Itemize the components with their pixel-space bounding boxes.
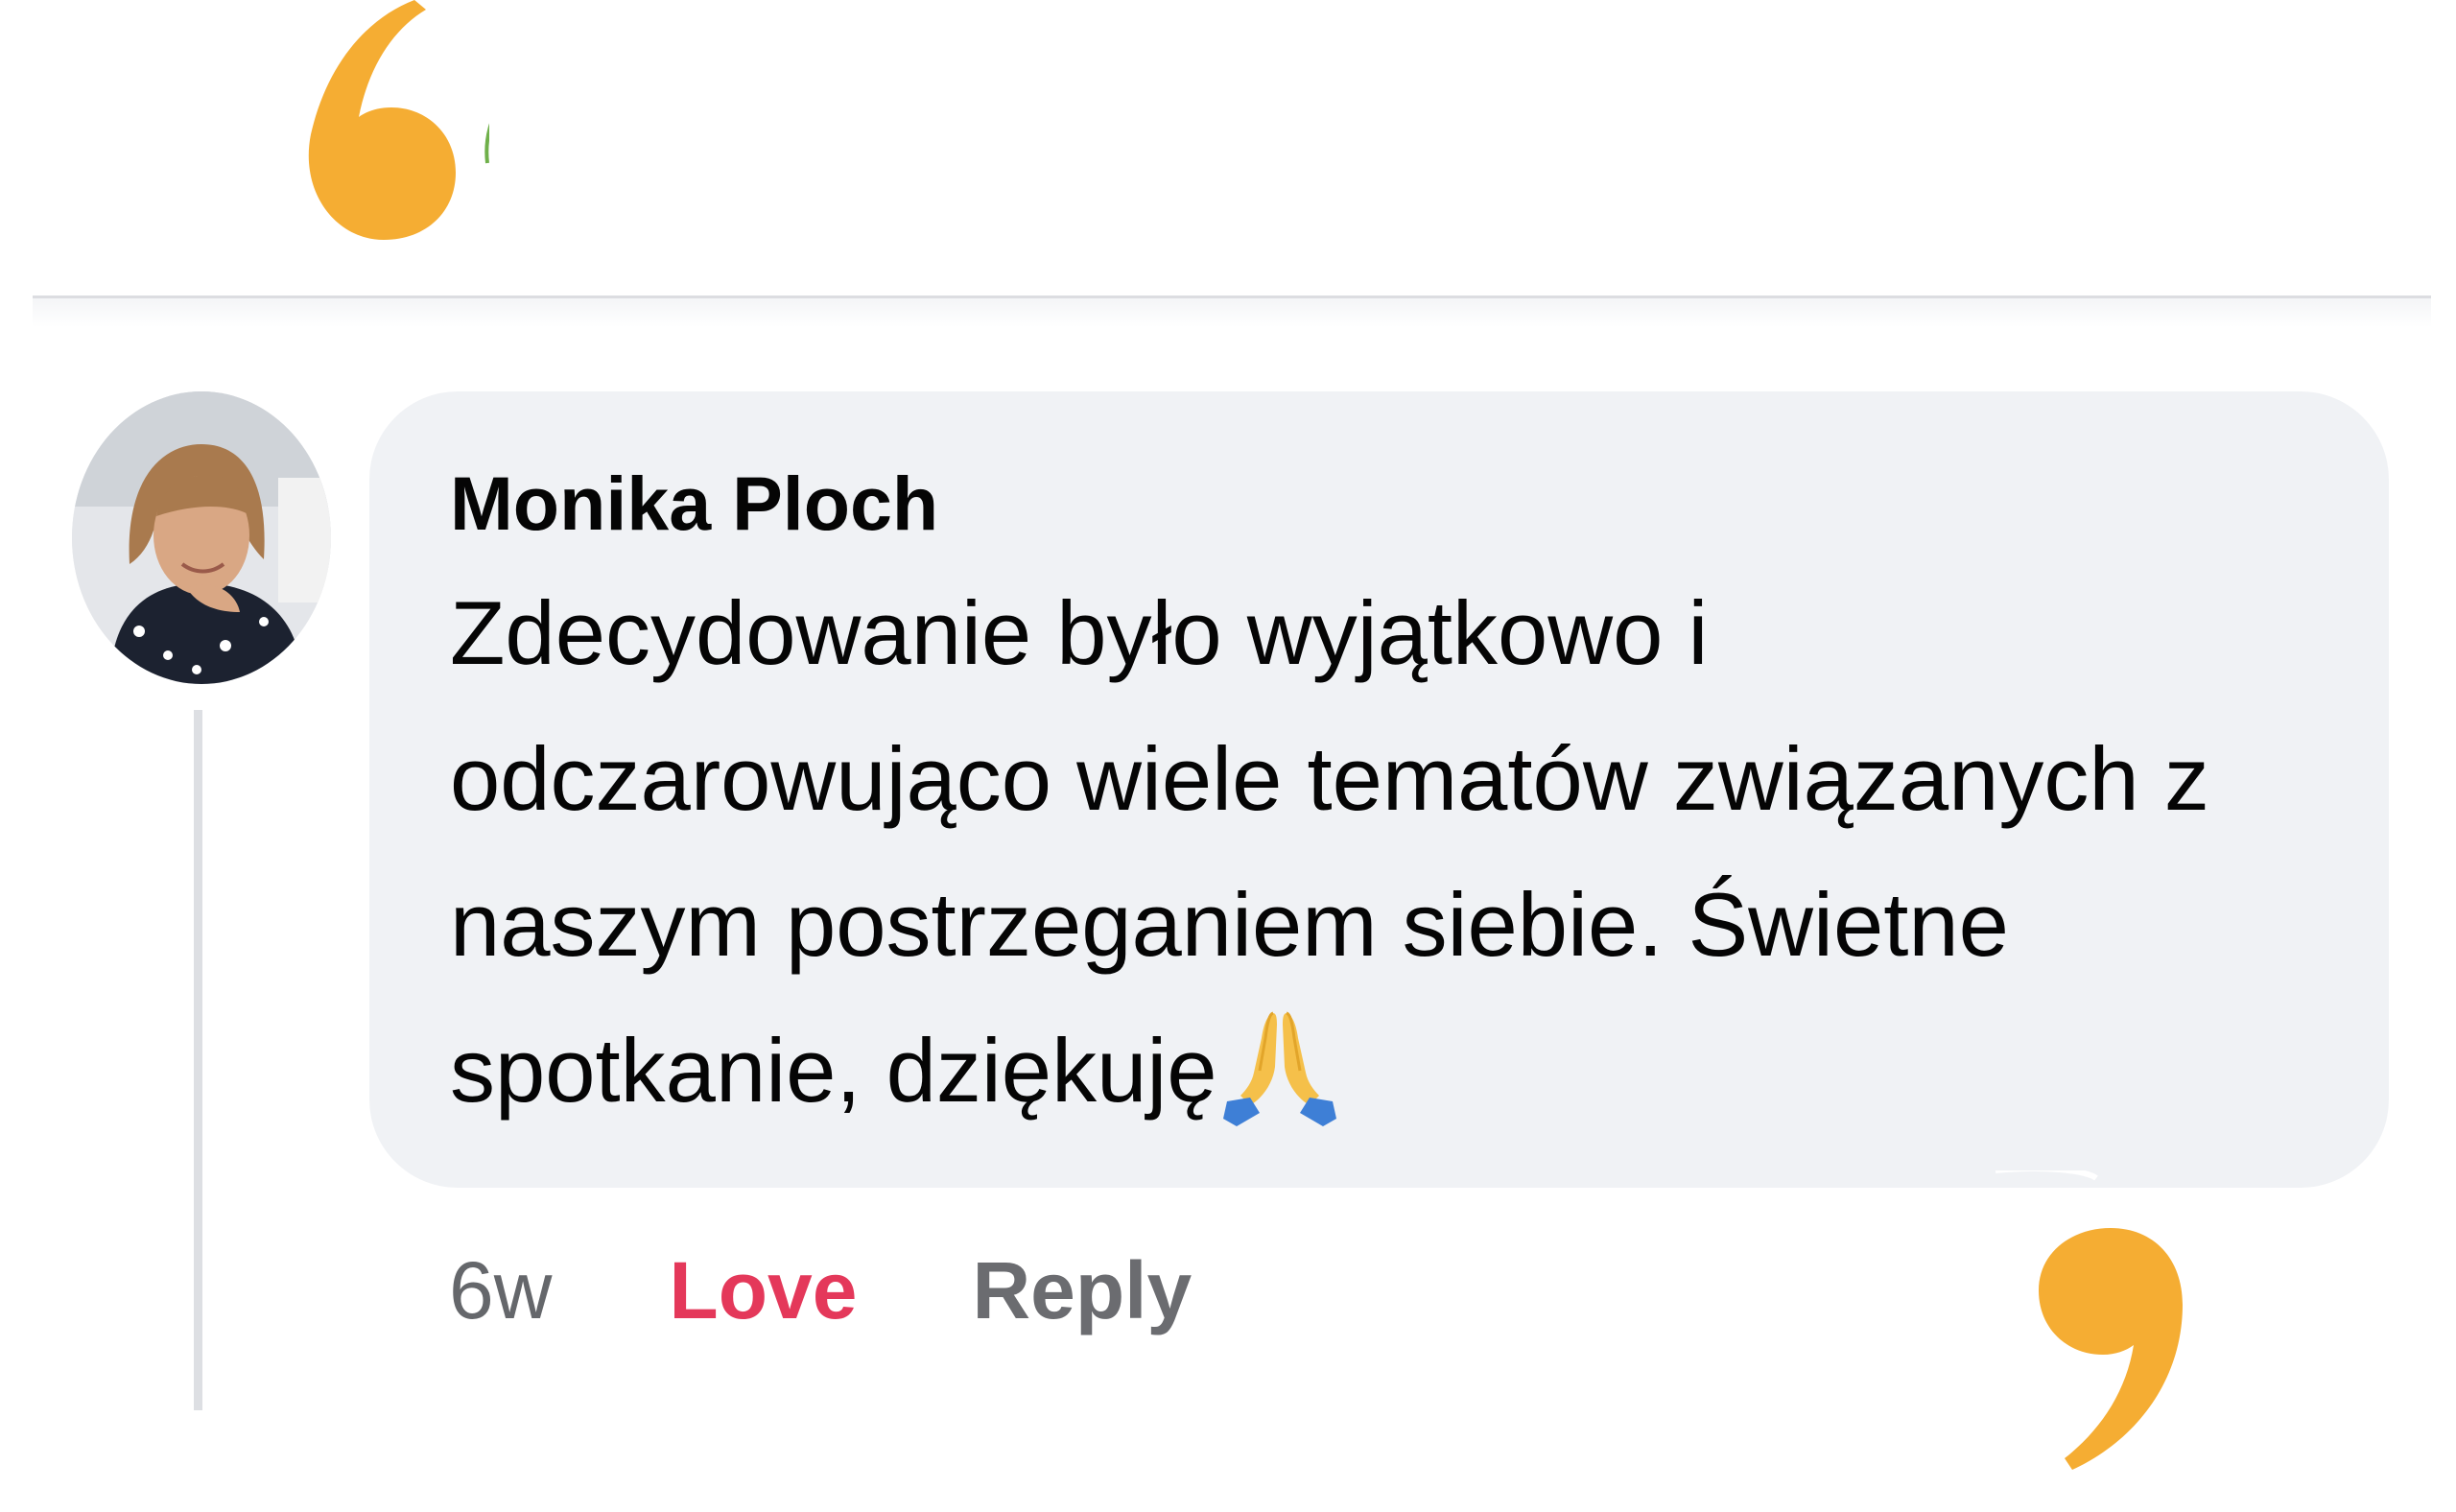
comment-author[interactable]: Monika Ploch <box>450 459 2312 549</box>
thread-line <box>194 710 202 1410</box>
comment-bubble: Monika Ploch Zdecydowanie było wyjątkowo… <box>369 391 2389 1188</box>
avatar-photo <box>72 391 331 684</box>
love-reaction-button[interactable]: Love <box>669 1244 857 1337</box>
comment-age[interactable]: 6w <box>449 1244 552 1337</box>
closing-quote-mark-icon <box>1996 1170 2183 1470</box>
comment-text: Zdecydowanie było wyjątkowo i odczarowuj… <box>450 560 2330 1144</box>
reply-button[interactable]: Reply <box>972 1244 1192 1337</box>
comment-actions: 6w Love Reply <box>449 1238 1192 1343</box>
divider-shadow <box>33 298 2431 327</box>
opening-quote-mark-icon <box>308 0 489 240</box>
folded-hands-icon <box>1222 1011 1336 1126</box>
avatar[interactable] <box>72 391 331 684</box>
